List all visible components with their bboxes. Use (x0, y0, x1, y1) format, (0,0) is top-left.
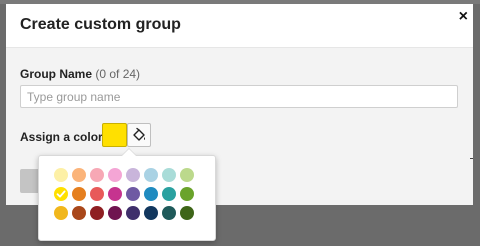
color-swatch[interactable] (144, 168, 158, 182)
color-swatch[interactable] (180, 206, 194, 220)
color-swatch[interactable] (144, 187, 158, 201)
close-icon[interactable]: × (459, 8, 468, 26)
color-swatch[interactable] (108, 206, 122, 220)
group-name-char-count: (0 of 24) (95, 67, 141, 81)
assign-color-label: Assign a color (20, 130, 103, 144)
color-palette-popover (38, 148, 216, 241)
color-palette-grid (54, 168, 196, 222)
color-swatch[interactable] (180, 187, 194, 201)
color-swatch[interactable] (90, 168, 104, 182)
color-swatch[interactable] (126, 168, 140, 182)
selected-color-swatch[interactable] (102, 123, 127, 147)
color-swatch[interactable] (72, 168, 86, 182)
color-picker-button[interactable] (127, 123, 151, 147)
color-swatch[interactable] (144, 206, 158, 220)
color-swatch[interactable] (72, 206, 86, 220)
color-swatch[interactable] (162, 187, 176, 201)
group-name-input[interactable] (20, 85, 458, 108)
color-swatch[interactable] (90, 206, 104, 220)
group-name-label-text: Group Name (20, 67, 93, 81)
color-swatch[interactable] (180, 168, 194, 182)
edge-mark (470, 158, 473, 159)
paint-bucket-icon (133, 127, 145, 141)
group-name-label: Group Name (0 of 24) (20, 67, 140, 81)
color-swatch[interactable] (54, 206, 68, 220)
color-swatch[interactable] (108, 187, 122, 201)
color-swatch[interactable] (126, 187, 140, 201)
color-swatch[interactable] (162, 168, 176, 182)
dialog-header: Create custom group × (6, 4, 473, 48)
color-swatch[interactable] (108, 168, 122, 182)
color-swatch[interactable] (72, 187, 86, 201)
color-swatch-selected[interactable] (54, 187, 68, 201)
color-swatch[interactable] (54, 168, 68, 182)
dialog-title: Create custom group (20, 16, 181, 33)
color-swatch[interactable] (90, 187, 104, 201)
color-swatch[interactable] (162, 206, 176, 220)
popover-arrow (121, 148, 137, 156)
check-icon (56, 190, 66, 198)
color-swatch[interactable] (126, 206, 140, 220)
